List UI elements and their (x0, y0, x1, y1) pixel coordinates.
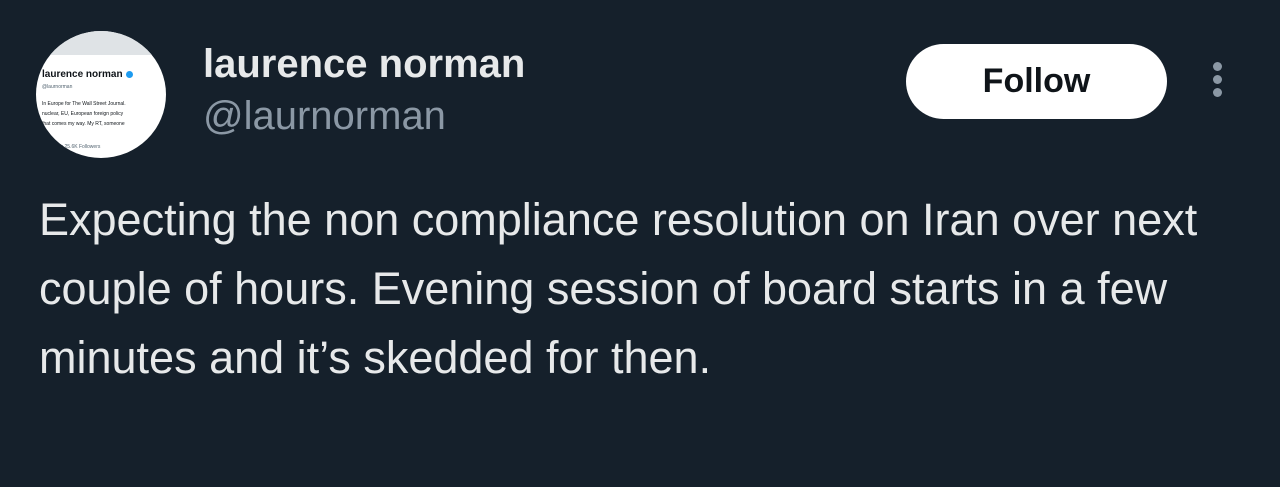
avatar-bio-line: that comes my way. My RT, someone (42, 121, 125, 127)
user-handle[interactable]: @laurnorman (203, 90, 446, 142)
avatar-stats: Following 25.6K Followers (42, 144, 101, 150)
avatar[interactable]: laurence norman @laurnorman In Europe fo… (36, 31, 166, 158)
avatar-profile-name: laurence norman (42, 69, 133, 80)
avatar-bio-line: nuclear, EU, European foreign policy (42, 111, 124, 117)
avatar-profile-handle: @laurnorman (42, 84, 73, 90)
avatar-banner (36, 31, 166, 55)
follow-button[interactable]: Follow (906, 44, 1167, 119)
display-name[interactable]: laurence norman (203, 38, 525, 90)
avatar-bio-line: In Europe for The Wall Street Journal. (42, 101, 126, 107)
tweet-text: Expecting the non compliance resolution … (39, 194, 1198, 383)
verified-badge-icon (125, 70, 133, 78)
more-vertical-icon[interactable] (1207, 62, 1227, 102)
tweet-card: laurence norman @laurnorman In Europe fo… (0, 0, 1280, 487)
